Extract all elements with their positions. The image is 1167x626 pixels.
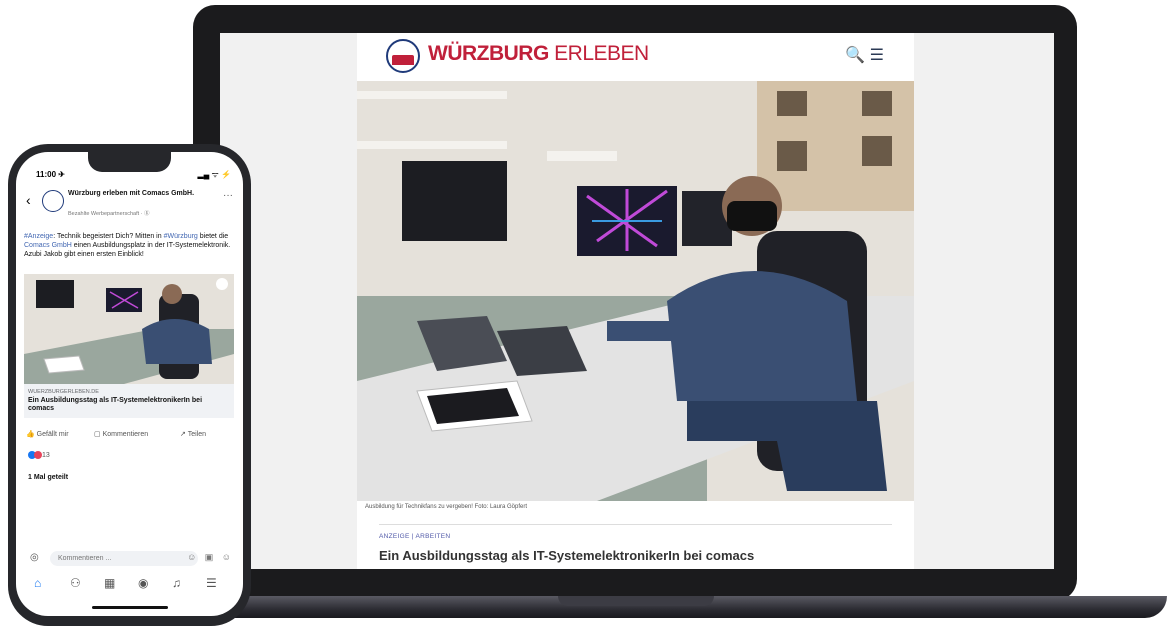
post-text: #Anzeige: Technik begeistert Dich? Mitte… [24, 232, 234, 259]
comment-input[interactable] [50, 551, 198, 566]
comment-icon: ▢ [94, 431, 101, 438]
status-time: 11:00 ✈ [36, 170, 65, 179]
profile-tab-icon[interactable]: ◉ [138, 576, 148, 590]
office-photo-illustration [357, 81, 914, 501]
hero-photo [357, 81, 914, 501]
back-arrow-icon[interactable]: ‹ [26, 192, 31, 208]
article-category[interactable]: ANZEIGE | ARBEITEN [379, 533, 450, 540]
sponsored-label: Bezahlte Werbepartnerschaft · ⓖ [68, 211, 150, 217]
link-title: Ein Ausbildungsstag als IT-Systemelektro… [28, 397, 203, 412]
page-name[interactable]: Würzburg erleben mit Comacs GmbH. [68, 189, 198, 198]
share-button[interactable]: ↗ Teilen [180, 430, 206, 438]
site-logo-icon[interactable] [386, 39, 420, 73]
reactions[interactable]: 13 [28, 451, 50, 459]
comment-label: Kommentieren [102, 431, 149, 438]
avatar[interactable] [42, 190, 64, 212]
notifications-tab-icon[interactable]: ♫ [172, 576, 181, 590]
reaction-count: 13 [41, 451, 50, 459]
photo-caption: Ausbildung für Technikfans zu vergeben! … [365, 504, 527, 510]
thumbs-up-icon: 👍 [26, 431, 35, 438]
sticker-gif-emoji-icons[interactable]: ☺ ▣ ☺ [187, 552, 234, 563]
more-options-icon[interactable]: ··· [223, 190, 233, 201]
site-logo[interactable]: WÜRZBURG ERLEBEN [428, 42, 649, 66]
like-label: Gefällt mir [36, 431, 69, 438]
share-label: Teilen [187, 431, 206, 438]
site-header: WÜRZBURG ERLEBEN 🔍 ☰ [357, 33, 914, 81]
phone-notch [88, 152, 171, 172]
home-indicator [92, 606, 168, 609]
friends-tab-icon[interactable]: ⚇ [70, 576, 81, 590]
hashtag-anzeige[interactable]: #Anzeige [24, 233, 53, 240]
laptop-screen: WÜRZBURG ERLEBEN 🔍 ☰ Ausbildung für Tech… [220, 33, 1054, 569]
link-preview[interactable]: WUERZBURGERLEBEN.DE Ein Ausbildungsstag … [24, 384, 234, 418]
post-photo-illustration [24, 274, 234, 384]
search-menu-icons[interactable]: 🔍 ☰ [845, 45, 884, 65]
site-logo-bold: WÜRZBURG [428, 42, 549, 65]
status-icons: ▂▄ ᯤ ⚡ [197, 170, 231, 179]
post-actions: 👍 Gefällt mir ▢ Kommentieren ↗ Teilen [24, 430, 234, 444]
comacs-link[interactable]: Comacs GmbH [24, 242, 72, 249]
marketplace-tab-icon[interactable]: ▦ [104, 576, 115, 590]
article-title[interactable]: Ein Ausbildungsstag als IT-Systemelektro… [379, 548, 754, 563]
share-icon: ↗ [180, 431, 186, 438]
share-count[interactable]: 1 Mal geteilt [28, 474, 68, 481]
menu-tab-icon[interactable]: ☰ [206, 576, 217, 590]
hashtag-wuerzburg[interactable]: #Würzburg [164, 233, 198, 240]
post-text-part: bietet die [197, 233, 229, 240]
tab-bar: ⌂ ⚇ ▦ ◉ ♫ ☰ [16, 572, 243, 602]
camera-icon[interactable]: ◎ [30, 552, 39, 563]
laptop-notch [558, 596, 714, 606]
link-domain: WUERZBURGERLEBEN.DE [28, 389, 99, 395]
phone-screen: 11:00 ✈ ▂▄ ᯤ ⚡ ‹ Würzburg erleben mit Co… [16, 152, 243, 616]
comment-bar: ◎ ☺ ▣ ☺ [24, 551, 238, 567]
love-reaction-icon [34, 451, 42, 459]
site-logo-light: ERLEBEN [554, 42, 649, 65]
comment-button[interactable]: ▢ Kommentieren [94, 430, 148, 438]
website: WÜRZBURG ERLEBEN 🔍 ☰ Ausbildung für Tech… [357, 33, 914, 569]
divider [379, 524, 892, 525]
post-text-part: : Technik begeistert Dich? Mitten in [53, 233, 164, 240]
like-button[interactable]: 👍 Gefällt mir [26, 430, 69, 438]
home-tab-icon[interactable]: ⌂ [34, 576, 41, 590]
post-header: ‹ Würzburg erleben mit Comacs GmbH. Beza… [16, 188, 243, 228]
post-image[interactable] [24, 274, 234, 384]
